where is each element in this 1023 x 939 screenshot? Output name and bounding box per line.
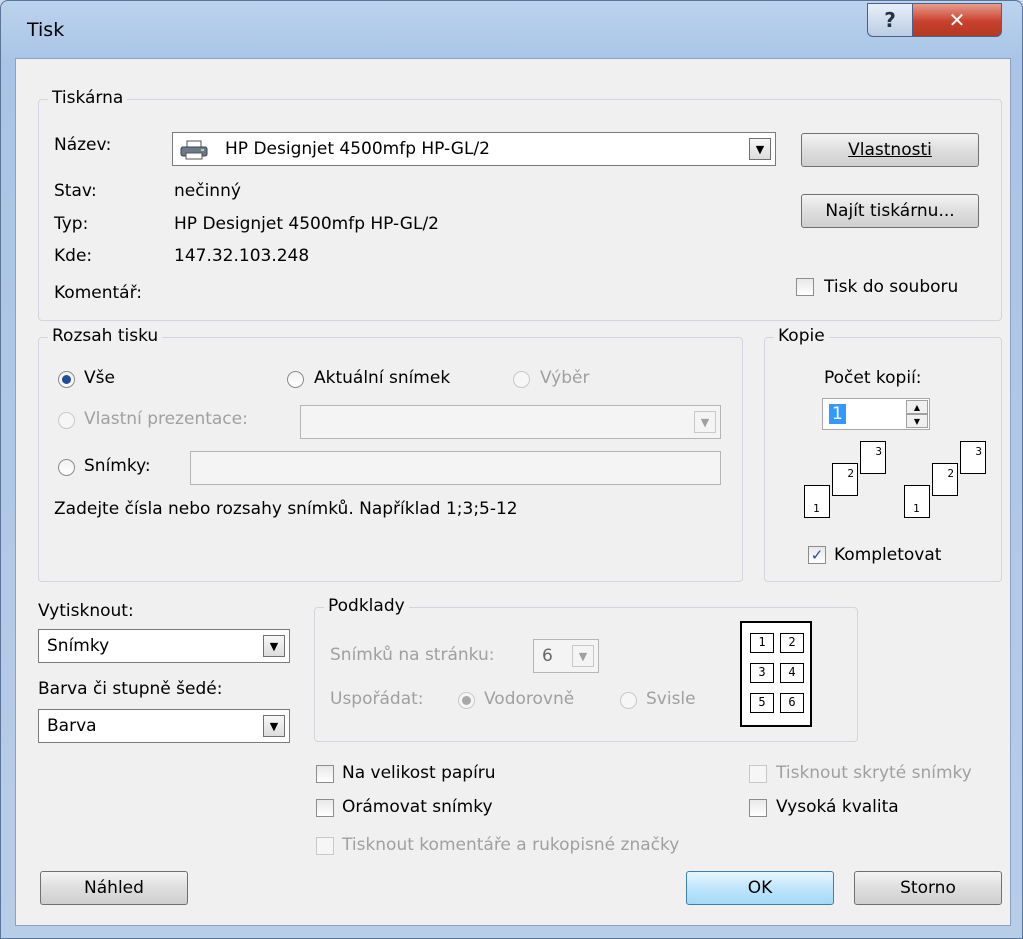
status-label: Stav: bbox=[54, 181, 97, 201]
range-hint: Zadejte čísla nebo rozsahy snímků. Napří… bbox=[54, 499, 518, 519]
spin-up-icon[interactable]: ▲ bbox=[906, 400, 928, 414]
slides-input[interactable] bbox=[190, 451, 721, 485]
handouts-group-label: Podklady bbox=[324, 596, 409, 616]
range-custom-label[interactable]: Vlastní prezentace: bbox=[84, 409, 248, 429]
handout-cell: 5 bbox=[750, 693, 774, 713]
chevron-down-icon[interactable]: ▼ bbox=[749, 138, 771, 160]
help-button[interactable]: ? bbox=[867, 3, 913, 37]
collate-label[interactable]: Kompletovat bbox=[834, 545, 941, 565]
print-hidden-label[interactable]: Tisknout skryté snímky bbox=[776, 763, 972, 783]
order-horizontal-radio[interactable] bbox=[458, 692, 475, 709]
slides-per-page-value: 6 bbox=[542, 646, 553, 666]
slides-per-page-label: Snímků na stránku: bbox=[330, 645, 495, 665]
print-to-file-label[interactable]: Tisk do souboru bbox=[824, 277, 958, 297]
range-custom-radio[interactable] bbox=[58, 412, 75, 429]
chevron-down-icon[interactable]: ▼ bbox=[572, 645, 594, 667]
printer-icon bbox=[180, 140, 208, 160]
close-icon: ✕ bbox=[948, 8, 966, 32]
print-hidden-checkbox[interactable] bbox=[749, 765, 767, 783]
order-vertical-label[interactable]: Svisle bbox=[646, 689, 696, 709]
printer-group-label: Tiskárna bbox=[48, 88, 128, 108]
copies-count-input[interactable]: 1 ▲ ▼ bbox=[822, 398, 930, 430]
collate-checkbox[interactable]: ✓ bbox=[808, 546, 826, 564]
title-bar[interactable]: Tisk ? ✕ bbox=[1, 1, 1022, 57]
high-quality-checkbox[interactable] bbox=[749, 799, 767, 817]
cancel-button[interactable]: Storno bbox=[854, 871, 1002, 905]
print-to-file-checkbox[interactable] bbox=[796, 278, 814, 296]
print-dialog-window: Tisk ? ✕ Tiskárna Název: HP Designjet 45… bbox=[0, 0, 1023, 939]
collate-page-2: 2 bbox=[832, 463, 858, 496]
handout-cell: 6 bbox=[780, 693, 804, 713]
scale-to-fit-checkbox[interactable] bbox=[316, 765, 334, 783]
window-title: Tisk bbox=[27, 19, 65, 41]
print-comments-checkbox[interactable] bbox=[316, 837, 334, 855]
range-selection-radio[interactable] bbox=[513, 371, 530, 388]
frame-slides-label[interactable]: Orámovat snímky bbox=[342, 797, 493, 817]
where-label: Kde: bbox=[54, 246, 93, 266]
scale-to-fit-label[interactable]: Na velikost papíru bbox=[342, 763, 496, 783]
printer-name-value: HP Designjet 4500mfp HP-GL/2 bbox=[225, 139, 490, 159]
dialog-body: Tiskárna Název: HP Designjet 4500mfp HP-… bbox=[15, 58, 1011, 926]
print-what-select[interactable]: Snímky ▼ bbox=[38, 629, 290, 663]
high-quality-label[interactable]: Vysoká kvalita bbox=[776, 797, 899, 817]
range-current-radio[interactable] bbox=[287, 371, 304, 388]
printer-name-label: Název: bbox=[54, 135, 112, 155]
type-value: HP Designjet 4500mfp HP-GL/2 bbox=[174, 214, 439, 234]
chevron-down-icon[interactable]: ▼ bbox=[263, 715, 285, 737]
chevron-down-icon[interactable]: ▼ bbox=[263, 635, 285, 657]
handout-preview: 1 2 3 4 5 6 bbox=[740, 621, 812, 727]
collate-illustration: 3 2 1 3 2 1 bbox=[802, 441, 992, 531]
print-comments-label[interactable]: Tisknout komentáře a rukopisné značky bbox=[342, 835, 679, 855]
order-horizontal-label[interactable]: Vodorovně bbox=[484, 689, 574, 709]
collate-page-1b: 1 bbox=[904, 485, 930, 518]
properties-button[interactable]: Vlastnosti bbox=[801, 133, 979, 167]
collate-page-3b: 3 bbox=[960, 441, 986, 474]
frame-slides-checkbox[interactable] bbox=[316, 799, 334, 817]
range-slides-label[interactable]: Snímky: bbox=[84, 456, 151, 476]
ok-button[interactable]: OK bbox=[686, 871, 834, 905]
type-label: Typ: bbox=[54, 214, 89, 234]
find-printer-button[interactable]: Najít tiskárnu... bbox=[801, 194, 979, 228]
range-all-radio[interactable] bbox=[58, 371, 75, 388]
collate-page-1: 1 bbox=[804, 485, 830, 518]
collate-page-2b: 2 bbox=[932, 463, 958, 496]
slides-per-page-select[interactable]: 6 ▼ bbox=[533, 639, 599, 673]
range-slides-radio[interactable] bbox=[58, 459, 75, 476]
printer-name-select[interactable]: HP Designjet 4500mfp HP-GL/2 ▼ bbox=[172, 132, 776, 166]
range-selection-label[interactable]: Výběr bbox=[540, 368, 589, 388]
print-what-value: Snímky bbox=[47, 636, 110, 656]
range-current-label[interactable]: Aktuální snímek bbox=[314, 368, 450, 388]
help-icon: ? bbox=[884, 8, 896, 32]
status-value: nečinný bbox=[174, 181, 241, 201]
close-button[interactable]: ✕ bbox=[912, 3, 1002, 37]
color-select[interactable]: Barva ▼ bbox=[38, 709, 290, 743]
checkmark-icon: ✓ bbox=[810, 546, 824, 564]
custom-show-select[interactable]: ▼ bbox=[300, 405, 721, 439]
copies-count-value: 1 bbox=[829, 404, 846, 424]
collate-page-3: 3 bbox=[860, 441, 886, 474]
range-all-label[interactable]: Vše bbox=[84, 368, 115, 388]
color-value: Barva bbox=[47, 716, 97, 736]
handout-cell: 1 bbox=[750, 633, 774, 653]
print-range-group-label: Rozsah tisku bbox=[48, 326, 163, 346]
copies-group-label: Kopie bbox=[774, 326, 829, 346]
handout-cell: 4 bbox=[780, 663, 804, 683]
handout-cell: 2 bbox=[780, 633, 804, 653]
order-vertical-radio[interactable] bbox=[620, 692, 637, 709]
print-what-label: Vytisknout: bbox=[38, 601, 134, 621]
order-label: Uspořádat: bbox=[330, 689, 424, 709]
handout-cell: 3 bbox=[750, 663, 774, 683]
preview-button[interactable]: Náhled bbox=[40, 871, 188, 905]
comment-label: Komentář: bbox=[54, 283, 142, 303]
spin-down-icon[interactable]: ▼ bbox=[906, 414, 928, 428]
color-label: Barva či stupně šedé: bbox=[38, 679, 223, 699]
copies-count-label: Počet kopií: bbox=[824, 368, 922, 388]
where-value: 147.32.103.248 bbox=[174, 246, 310, 266]
chevron-down-icon[interactable]: ▼ bbox=[694, 411, 716, 433]
